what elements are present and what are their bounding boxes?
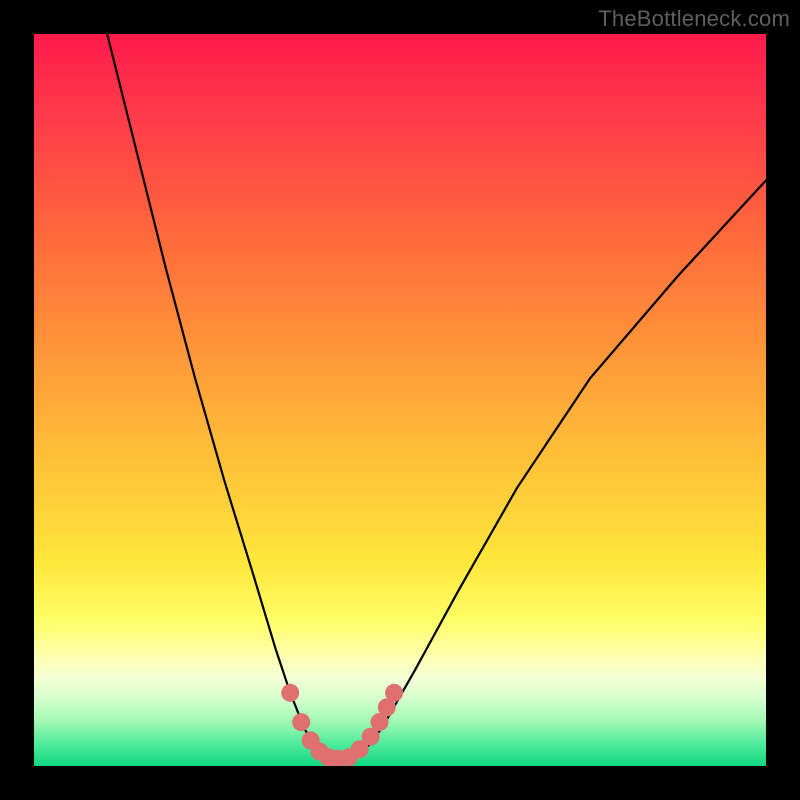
bottleneck-curve-path bbox=[107, 34, 766, 759]
highlight-dot bbox=[385, 684, 403, 702]
chart-plot-area bbox=[34, 34, 766, 766]
chart-svg bbox=[34, 34, 766, 766]
highlight-dot bbox=[292, 713, 310, 731]
highlight-dot bbox=[281, 684, 299, 702]
watermark-label: TheBottleneck.com bbox=[598, 6, 790, 32]
highlight-dots-group bbox=[281, 684, 403, 766]
chart-frame: TheBottleneck.com bbox=[0, 0, 800, 800]
